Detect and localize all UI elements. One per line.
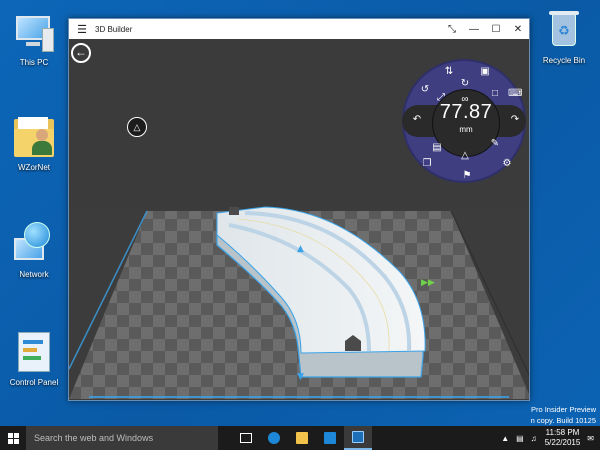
folder-icon bbox=[296, 432, 308, 444]
control-panel-label: Control Panel bbox=[9, 378, 59, 387]
volume-icon[interactable]: ♫ bbox=[531, 434, 537, 443]
user-folder-icon bbox=[12, 115, 56, 159]
watermark-line-1: Pro Insider Preview bbox=[530, 405, 596, 414]
3d-builder-taskbar-button[interactable] bbox=[344, 426, 372, 450]
settings-icon[interactable]: ⚙ bbox=[500, 157, 514, 171]
file-explorer-button[interactable] bbox=[288, 426, 316, 450]
flag-icon[interactable]: ⚑ bbox=[460, 169, 474, 183]
select-box-icon[interactable]: □ bbox=[488, 87, 502, 101]
paste-icon[interactable]: ▤ bbox=[430, 141, 444, 155]
3d-viewport[interactable]: ▲ ▼ ▶▶ ← △ 77.87 mm ⇅ ▣ ↺ ↻ □ ⤢ ∞ ⌨ ↶ ↷ … bbox=[69, 39, 529, 400]
rotate-left-icon[interactable]: ↺ bbox=[418, 83, 432, 97]
clock-time: 11:58 PM bbox=[545, 428, 580, 437]
clock[interactable]: 11:58 PM 5/22/2015 bbox=[545, 428, 581, 448]
control-panel-shortcut[interactable]: Control Panel bbox=[2, 330, 66, 387]
mirror-icon[interactable]: ⇅ bbox=[442, 65, 456, 79]
network-icon bbox=[12, 222, 56, 266]
right-arrow-icon: ▶▶ bbox=[421, 278, 435, 288]
dimension-unit: mm bbox=[459, 125, 473, 134]
save-icon[interactable]: ▣ bbox=[478, 65, 492, 79]
minimize-button[interactable]: — bbox=[463, 24, 485, 35]
search-box[interactable]: Search the web and Windows bbox=[26, 426, 218, 450]
rotate-icon[interactable]: ↻ bbox=[458, 77, 472, 91]
chevron-up-icon[interactable]: ▲ bbox=[501, 434, 509, 443]
system-tray: ▲ ▤ ♫ 11:58 PM 5/22/2015 ✉ bbox=[494, 428, 600, 448]
maximize-button[interactable]: ☐ bbox=[485, 24, 507, 35]
recycle-bin-shortcut[interactable]: ♻ Recycle Bin bbox=[532, 8, 596, 65]
recycle-bin-label: Recycle Bin bbox=[542, 56, 586, 65]
expand-icon[interactable]: ⤡ bbox=[441, 24, 463, 35]
control-panel-icon bbox=[12, 330, 56, 374]
redo-icon[interactable]: ↷ bbox=[508, 113, 522, 127]
move-icon[interactable]: ⤢ bbox=[434, 91, 448, 105]
taskbar: Search the web and Windows ▲ ▤ ♫ 11:58 P… bbox=[0, 426, 600, 450]
title-bar: ☰ 3D Builder ⤡ — ☐ ✕ bbox=[69, 19, 529, 39]
user-folder-label: WZorNet bbox=[18, 163, 50, 172]
this-pc-label: This PC bbox=[19, 58, 49, 67]
notifications-icon[interactable]: ✉ bbox=[587, 434, 594, 443]
app-window: ☰ 3D Builder ⤡ — ☐ ✕ ▲ ▼ ▶▶ ← △ 77.87 mm… bbox=[68, 18, 530, 401]
task-view-icon bbox=[240, 433, 252, 443]
back-arrow-icon[interactable]: ← bbox=[71, 43, 91, 63]
triangle-icon[interactable]: △ bbox=[458, 149, 472, 163]
user-folder-shortcut[interactable]: WZorNet bbox=[2, 115, 66, 172]
3d-builder-icon bbox=[352, 431, 364, 443]
this-pc-shortcut[interactable]: This PC bbox=[2, 10, 66, 67]
store-button[interactable] bbox=[316, 426, 344, 450]
globe-icon bbox=[268, 432, 280, 444]
network-tray-icon[interactable]: ▤ bbox=[516, 434, 524, 443]
copy-icon[interactable]: ❐ bbox=[420, 157, 434, 171]
radial-menu: 77.87 mm ⇅ ▣ ↺ ↻ □ ⤢ ∞ ⌨ ↶ ↷ ▤ ✎ ❐ △ ⚙ ⚑ bbox=[402, 59, 526, 183]
hamburger-icon[interactable]: ☰ bbox=[69, 23, 95, 36]
clock-date: 5/22/2015 bbox=[544, 438, 581, 447]
triangle-button[interactable]: △ bbox=[127, 117, 147, 137]
close-button[interactable]: ✕ bbox=[507, 24, 529, 35]
computer-icon bbox=[12, 10, 56, 54]
start-button[interactable] bbox=[0, 426, 26, 450]
watermark-line-2: n copy. Build 10125 bbox=[530, 416, 596, 425]
link-icon[interactable]: ∞ bbox=[458, 93, 472, 107]
edit-icon[interactable]: ✎ bbox=[488, 137, 502, 151]
store-icon bbox=[324, 432, 336, 444]
keyboard-icon[interactable]: ⌨ bbox=[508, 87, 522, 101]
edge-browser-button[interactable] bbox=[260, 426, 288, 450]
recycle-bin-icon: ♻ bbox=[542, 8, 586, 52]
network-label: Network bbox=[19, 270, 49, 279]
windows-logo-icon bbox=[7, 432, 19, 444]
up-arrow-icon: ▲ bbox=[297, 244, 304, 254]
task-view-button[interactable] bbox=[232, 426, 260, 450]
undo-icon[interactable]: ↶ bbox=[410, 113, 424, 127]
down-arrow-icon: ▼ bbox=[297, 372, 304, 382]
network-shortcut[interactable]: Network bbox=[2, 222, 66, 279]
window-title: 3D Builder bbox=[95, 24, 133, 34]
